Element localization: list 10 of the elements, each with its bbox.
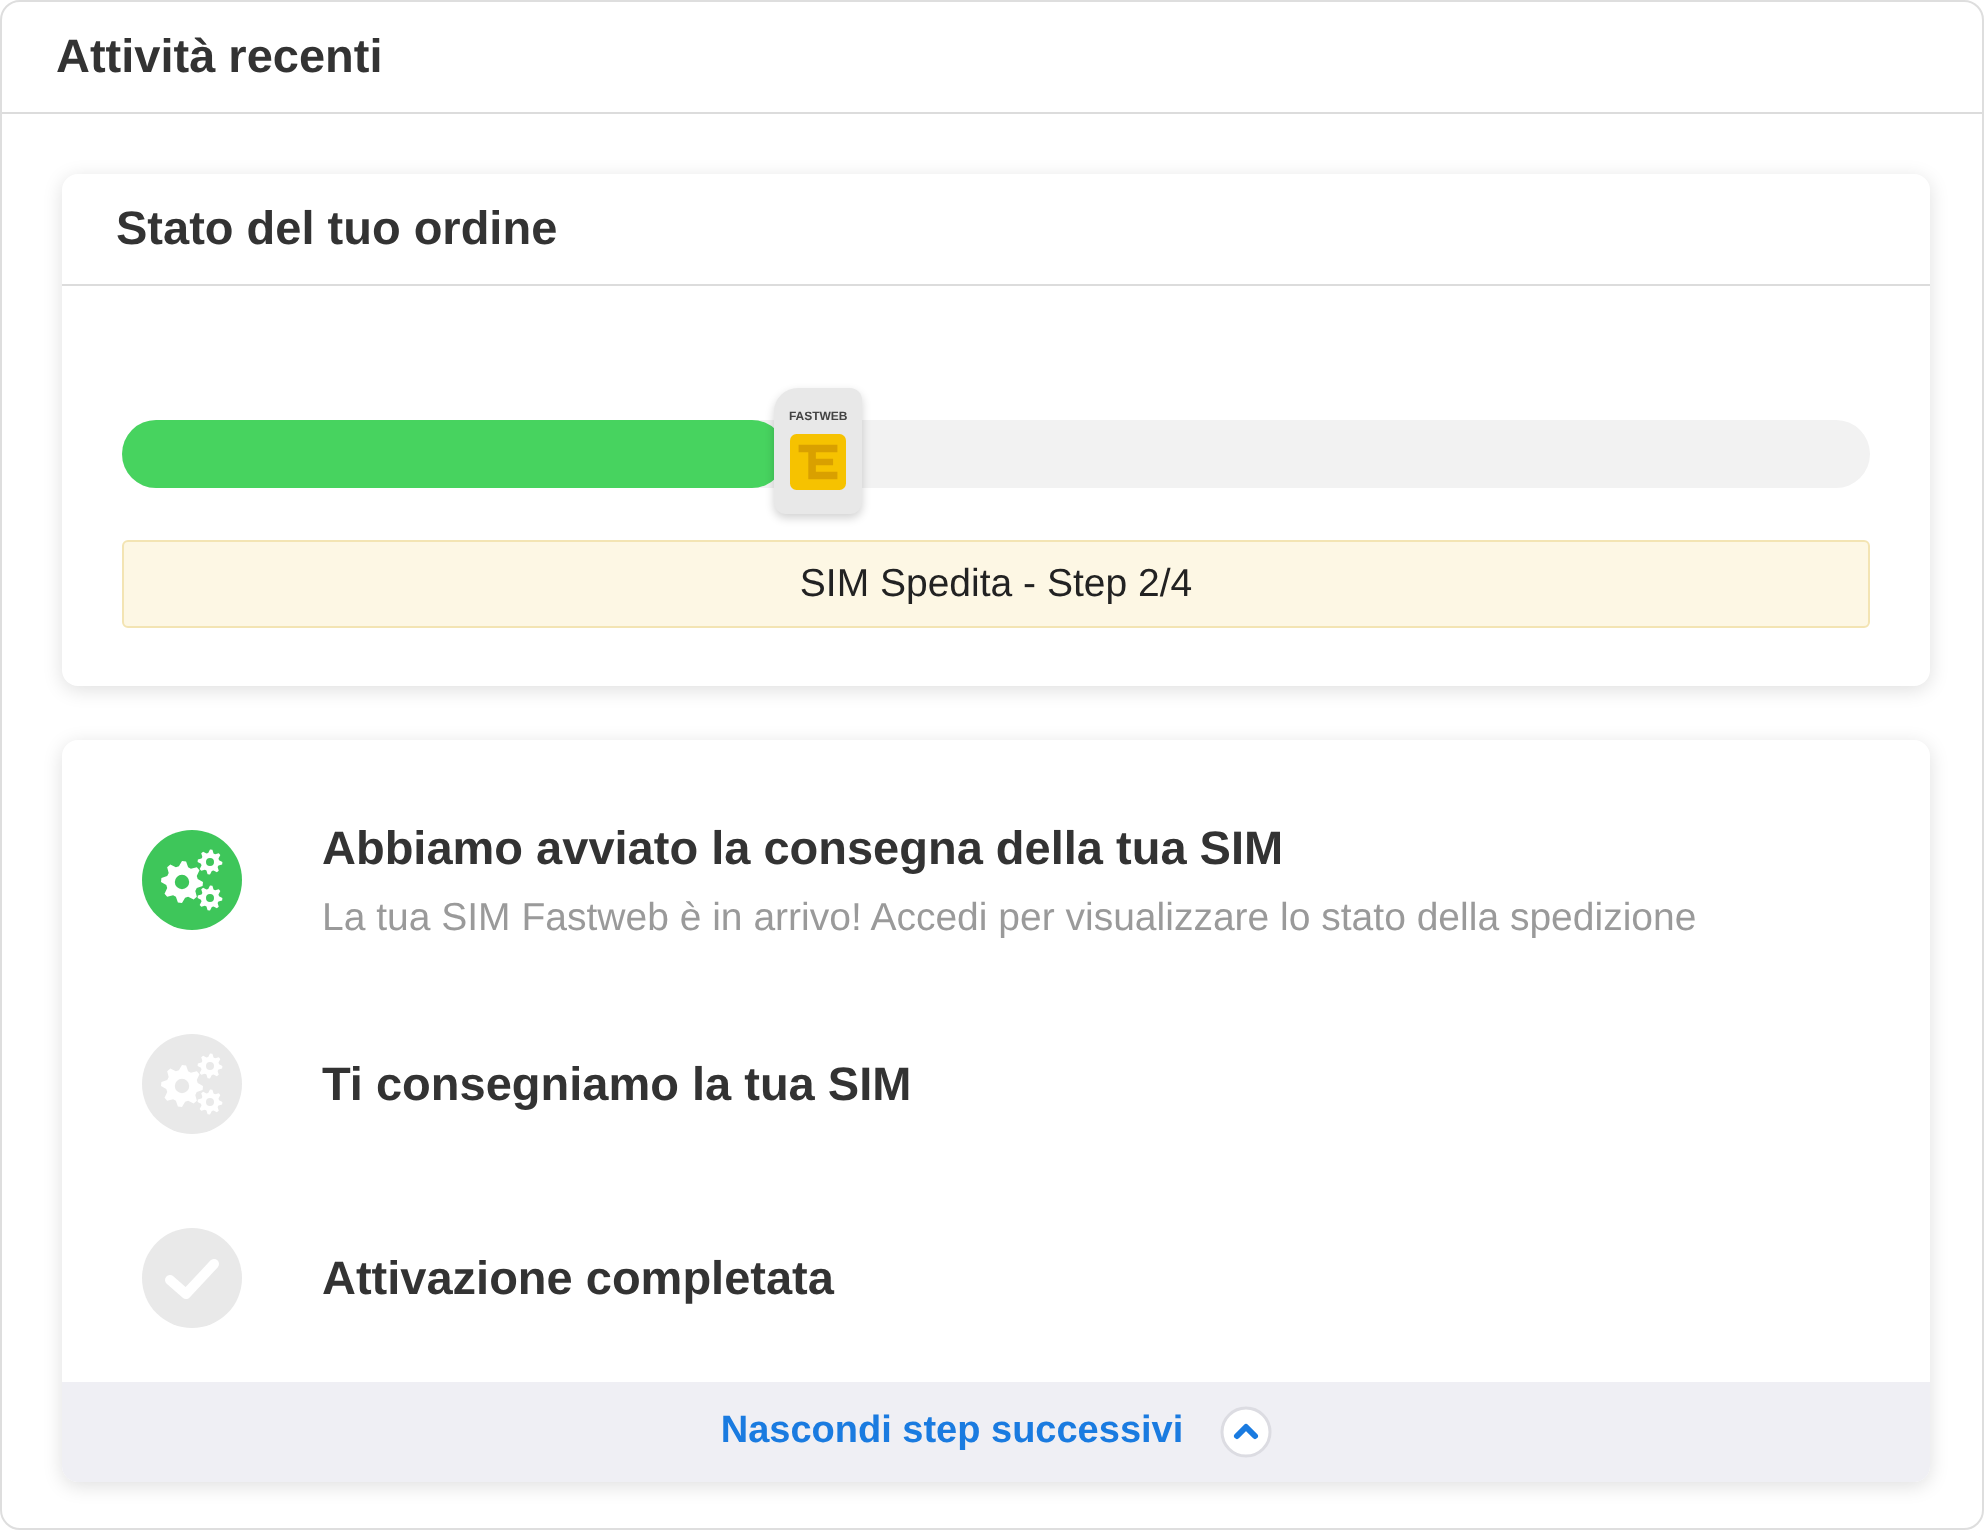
step-title: Attivazione completata	[322, 1250, 834, 1306]
card-title: Stato del tuo ordine	[116, 202, 558, 256]
chevron-icon[interactable]	[1219, 1406, 1272, 1458]
logo-icon	[790, 434, 847, 490]
step-title: Ti consegniamo la tua SIM	[322, 1056, 912, 1112]
hide-steps-link[interactable]: Nascondi step successivi	[720, 1410, 1184, 1454]
status-banner: SIM Spedita - Step 2/4	[122, 540, 1870, 628]
panel-title: Attività recenti	[56, 30, 383, 84]
step-title: Abbiamo avviato la consegna della tua SIM	[322, 820, 1284, 876]
step-description: La tua SIM Fastweb è in arrivo! Accedi per visualizzare lo stato della spedizione	[322, 896, 1697, 940]
